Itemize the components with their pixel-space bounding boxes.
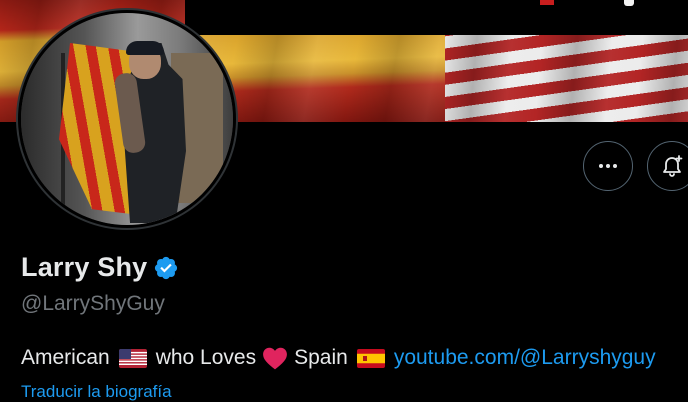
name-row: Larry Shy [21, 252, 179, 283]
display-name: Larry Shy [21, 252, 148, 282]
bio: American who Loves Spain youtube.com/@La… [21, 346, 656, 370]
bio-text-loves: who Loves [155, 346, 257, 369]
banner-red-mark [540, 0, 554, 5]
verified-badge-icon [155, 256, 178, 279]
red-heart-icon [263, 347, 288, 370]
banner-dark-strip [185, 0, 688, 35]
bio-youtube-link[interactable]: youtube.com/@Larryshyguy [394, 346, 656, 370]
translate-bio-link[interactable]: Traducir la biografía [21, 382, 172, 402]
bio-text-spain: Spain [294, 346, 348, 369]
bell-plus-icon [663, 155, 683, 177]
avatar[interactable] [18, 10, 236, 228]
spain-flag-icon [356, 348, 385, 368]
notify-button[interactable] [647, 141, 688, 191]
handle: @LarryShyGuy [21, 292, 165, 315]
banner-white-mark [624, 0, 634, 6]
us-flag-icon [118, 348, 147, 368]
bio-text-american: American [21, 346, 110, 369]
more-dots-icon [599, 164, 617, 168]
more-button[interactable] [583, 141, 633, 191]
